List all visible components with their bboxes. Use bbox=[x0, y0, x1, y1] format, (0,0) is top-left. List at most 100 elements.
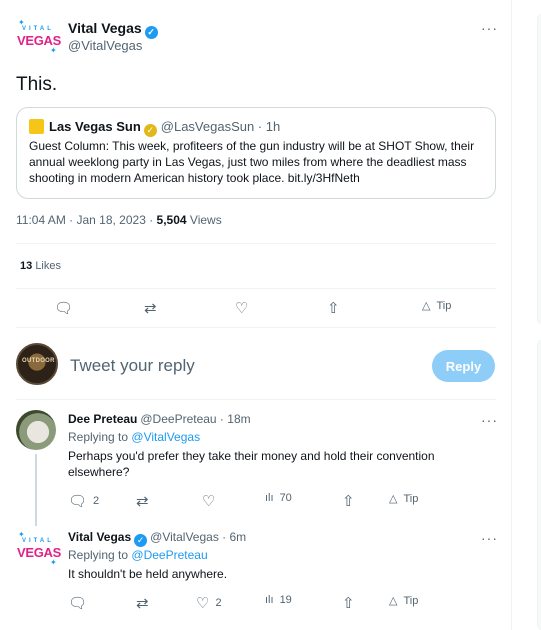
reply-author-name: Vital Vegas bbox=[68, 530, 132, 544]
retweet-button[interactable]: ⇄ bbox=[136, 594, 149, 612]
reply-action-bar: 🗨︎ ⇄ ♡ 2 ılı 19 ⇧ △ Tip bbox=[16, 594, 496, 614]
tip-button[interactable]: △ Tip bbox=[389, 594, 419, 608]
reply-author-handle: @VitalVegas · 6m bbox=[150, 530, 247, 544]
views-count: 70 bbox=[279, 492, 292, 504]
tip-icon: △ bbox=[422, 300, 431, 312]
heart-icon: ♡ bbox=[196, 595, 210, 612]
quoted-tweet[interactable]: Las Vegas Sun ✓ @LasVegasSun · 1h Guest Co… bbox=[16, 107, 496, 199]
replying-label: Replying to bbox=[68, 430, 129, 444]
logo-top-text: VITAL bbox=[22, 538, 54, 544]
tip-icon: △ bbox=[389, 595, 398, 607]
likes-summary[interactable]: 13 Likes bbox=[20, 260, 61, 272]
author-name[interactable]: Vital Vegas ✓ bbox=[68, 20, 158, 39]
views-button[interactable]: ılı 70 bbox=[265, 492, 292, 504]
divider bbox=[16, 327, 496, 328]
verified-badge-icon: ✓ bbox=[134, 534, 148, 547]
thread-line bbox=[35, 454, 37, 526]
las-vegas-sun-avatar bbox=[29, 119, 44, 134]
share-button[interactable]: ⇧ bbox=[342, 492, 355, 510]
replying-to-link[interactable]: @DeePreteau bbox=[131, 548, 207, 562]
replying-to-link[interactable]: @VitalVegas bbox=[131, 430, 200, 444]
reply-button[interactable]: 🗨︎ 2 bbox=[68, 492, 99, 510]
share-button[interactable]: ⇧ bbox=[327, 299, 340, 317]
likes-label: Likes bbox=[35, 260, 61, 272]
divider bbox=[16, 399, 496, 400]
retweet-icon: ⇄ bbox=[136, 493, 149, 510]
replying-to: Replying to @DeePreteau bbox=[68, 548, 208, 562]
reply-button[interactable]: 🗨︎ bbox=[54, 299, 73, 317]
avatar-text: OUTDOOR bbox=[22, 358, 55, 364]
reply-author[interactable]: Vital Vegas ✓ @VitalVegas · 6m bbox=[68, 530, 246, 547]
star-icon: ✦ bbox=[50, 558, 57, 567]
reply-text: Perhaps you'd prefer they take their mon… bbox=[68, 449, 435, 479]
vital-vegas-avatar[interactable]: ✦ VITAL VEGAS ✦ bbox=[16, 528, 61, 568]
speech-bubble-icon: 🗨︎ bbox=[68, 595, 88, 612]
sidebar-card bbox=[537, 340, 541, 630]
bar-chart-icon: ılı bbox=[265, 492, 274, 504]
reply-count: 2 bbox=[93, 495, 100, 507]
author-name-text: Vital Vegas bbox=[68, 20, 142, 36]
tweet-timestamp[interactable]: 11:04 AM · Jan 18, 2023 bbox=[16, 213, 146, 227]
tip-button[interactable]: △ Tip bbox=[389, 492, 418, 506]
heart-icon: ♡ bbox=[235, 300, 249, 317]
tweet-header: ✦ VITAL VEGAS ✦ Vital Vegas ✓ @VitalVegas… bbox=[16, 14, 498, 58]
tip-label: Tip bbox=[403, 594, 419, 607]
reply-author-name: Dee Preteau bbox=[68, 412, 138, 426]
like-count: 2 bbox=[215, 597, 222, 609]
reply-action-bar: 🗨︎ 2 ⇄ ♡ ılı 70 ⇧ △ Tip bbox=[16, 492, 496, 512]
speech-bubble-icon: 🗨︎ bbox=[54, 300, 74, 317]
dee-preteau-avatar[interactable] bbox=[16, 410, 56, 450]
views-count: 5,504 bbox=[156, 213, 187, 227]
author-handle[interactable]: @VitalVegas bbox=[68, 38, 142, 53]
heart-icon: ♡ bbox=[202, 493, 216, 510]
share-button[interactable]: ⇧ bbox=[342, 594, 355, 612]
star-icon: ✦ bbox=[50, 46, 57, 55]
logo-top-text: VITAL bbox=[22, 26, 54, 32]
views-label: Views bbox=[189, 213, 222, 227]
reply-submit-button[interactable]: Reply bbox=[432, 350, 495, 382]
tip-icon: △ bbox=[389, 493, 398, 505]
reply-input[interactable]: Tweet your reply bbox=[70, 356, 195, 376]
verified-badge-icon: ✓ bbox=[143, 124, 157, 137]
more-icon[interactable]: ··· bbox=[481, 412, 498, 428]
vital-vegas-avatar[interactable]: ✦ VITAL VEGAS ✦ bbox=[16, 16, 61, 56]
speech-bubble-icon: 🗨︎ bbox=[68, 493, 88, 510]
divider bbox=[16, 243, 496, 244]
retweet-button[interactable]: ⇄ bbox=[136, 492, 149, 510]
reply-button[interactable]: 🗨︎ bbox=[68, 594, 93, 612]
replying-label: Replying to bbox=[68, 548, 129, 562]
reply-text: It shouldn't be held anywhere. bbox=[68, 567, 228, 581]
quoted-author-handle: @LasVegasSun · 1h bbox=[160, 119, 281, 134]
like-button[interactable]: ♡ bbox=[235, 299, 248, 317]
tweet-text: This. bbox=[16, 74, 58, 95]
like-button[interactable]: ♡ bbox=[202, 492, 215, 510]
like-button[interactable]: ♡ 2 bbox=[196, 594, 222, 612]
quoted-tweet-header: Las Vegas Sun ✓ @LasVegasSun · 1h bbox=[49, 119, 280, 137]
user-avatar[interactable]: OUTDOOR bbox=[16, 343, 58, 385]
views-count: 19 bbox=[279, 594, 292, 606]
reply-author[interactable]: Dee Preteau @DeePreteau · 18m bbox=[68, 412, 251, 426]
share-icon: ⇧ bbox=[327, 300, 340, 317]
divider bbox=[16, 288, 496, 289]
retweet-icon: ⇄ bbox=[136, 595, 149, 612]
share-icon: ⇧ bbox=[342, 493, 355, 510]
sidebar-card bbox=[537, 14, 541, 324]
bar-chart-icon: ılı bbox=[265, 594, 274, 606]
tweet-action-bar: 🗨︎ ⇄ ♡ ⇧ △ Tip bbox=[16, 299, 496, 319]
retweet-button[interactable]: ⇄ bbox=[144, 299, 157, 317]
verified-badge-icon: ✓ bbox=[144, 26, 158, 39]
reply-author-handle: @DeePreteau · 18m bbox=[140, 412, 251, 426]
views-button[interactable]: ılı 19 bbox=[265, 594, 292, 606]
likes-count: 13 bbox=[20, 260, 33, 272]
more-icon[interactable]: ··· bbox=[481, 20, 498, 36]
tweet-column: ✦ VITAL VEGAS ✦ Vital Vegas ✓ @VitalVegas… bbox=[0, 0, 512, 630]
retweet-icon: ⇄ bbox=[144, 300, 157, 317]
share-icon: ⇧ bbox=[342, 595, 355, 612]
more-icon[interactable]: ··· bbox=[481, 530, 498, 546]
tip-label: Tip bbox=[436, 299, 452, 312]
tip-button[interactable]: △ Tip bbox=[422, 299, 452, 313]
replying-to: Replying to @VitalVegas bbox=[68, 430, 200, 444]
quoted-tweet-text: Guest Column: This week, profiteers of t… bbox=[29, 139, 475, 185]
quoted-author-name: Las Vegas Sun bbox=[49, 119, 141, 134]
tweet-meta: 11:04 AM · Jan 18, 2023 · 5,504 Views bbox=[16, 213, 222, 227]
